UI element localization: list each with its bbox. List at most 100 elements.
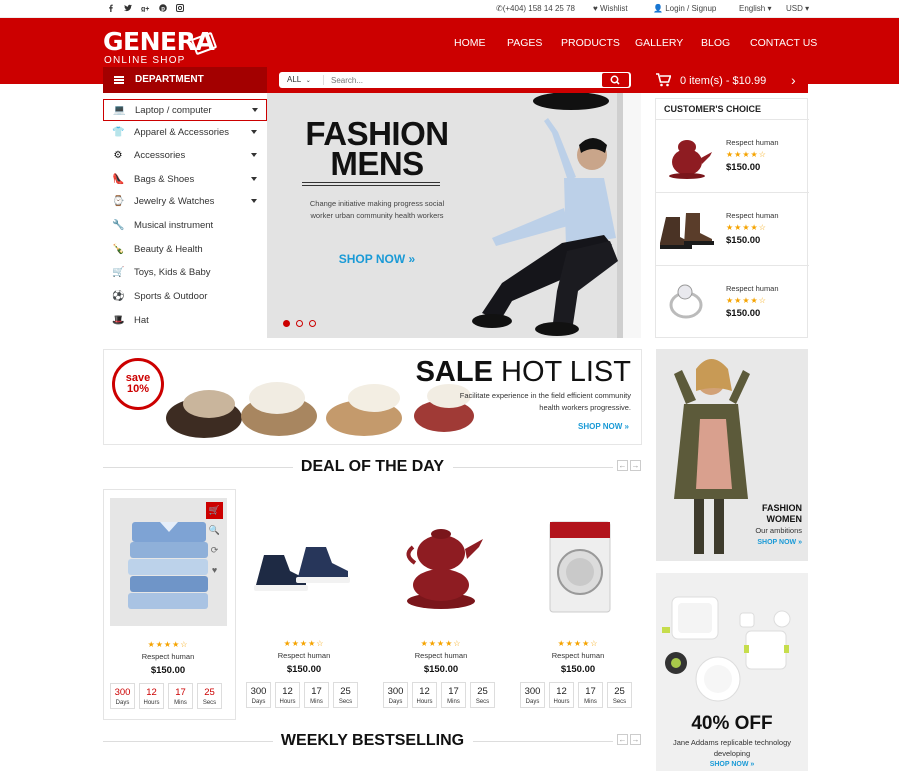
teapot-image <box>406 529 483 609</box>
department-item-sports[interactable]: ⚽ Sports & Outdoor <box>103 286 267 308</box>
promo-banner[interactable]: 40% OFF Jane Addams replicable technolog… <box>656 573 808 771</box>
wishlist-link[interactable]: ♥ Wishlist <box>593 4 628 13</box>
product-name[interactable]: Respect human <box>726 138 779 147</box>
nav-contact-us[interactable]: CONTACT US <box>750 37 817 49</box>
quick-view-button[interactable]: 🔍 <box>206 522 223 539</box>
product-price: $150.00 <box>726 162 761 173</box>
product-name[interactable]: Respect human <box>514 651 642 660</box>
search-box: ALL ⌄ <box>279 72 631 88</box>
department-toggle[interactable]: DEPARTMENT <box>103 67 267 93</box>
countdown-secs: 25 Secs <box>333 682 358 708</box>
pinterest-icon[interactable]: p <box>159 4 167 12</box>
compare-button[interactable]: ⟳ <box>206 542 223 559</box>
weekly-title: WEEKLY BESTSELLING <box>280 732 465 749</box>
department-item-musical[interactable]: 🔧 Musical instrument <box>103 215 267 237</box>
department-item-label: Bags & Shoes <box>134 174 195 185</box>
currency-select[interactable]: USD ▾ <box>786 4 809 13</box>
wishlist-button[interactable]: ♥ <box>206 562 223 579</box>
product-card[interactable]: ★★★★☆ Respect human $150.00 300 Days 12 Ho… <box>377 489 505 719</box>
caret-down-icon <box>252 108 258 112</box>
ball-icon: ⚽ <box>112 291 125 302</box>
search-input[interactable] <box>331 73 591 87</box>
product-image[interactable] <box>246 497 363 625</box>
fashion-women-shop-now-link[interactable]: SHOP NOW » <box>757 539 802 546</box>
countdown-hours: 12 Hours <box>139 683 164 709</box>
prev-arrow-button[interactable]: ← <box>617 734 628 745</box>
department-item-laptop[interactable]: 💻 Laptop / computer <box>103 99 267 121</box>
language-select[interactable]: English ▾ <box>739 4 772 13</box>
product-price: $150.00 <box>150 665 186 676</box>
countdown-secs: 25 Secs <box>607 682 632 708</box>
department-item-label: Apparel & Accessories <box>134 127 230 138</box>
department-item-label: Beauty & Health <box>134 244 203 255</box>
phone-number: ✆(+404) 158 14 25 78 <box>496 4 575 13</box>
product-name[interactable]: Respect human <box>377 651 505 660</box>
promo-shop-now-link[interactable]: SHOP NOW » <box>656 761 808 768</box>
account-links: 👤 Login / Signup <box>653 4 717 13</box>
instagram-icon[interactable] <box>176 4 184 12</box>
nav-blog[interactable]: BLOG <box>701 37 730 49</box>
hero-divider <box>302 182 440 186</box>
hero-shop-now-link[interactable]: SHOP NOW » <box>302 252 452 266</box>
countdown-value: 25 <box>340 686 351 697</box>
fashion-women-line2: WOMEN <box>766 514 803 524</box>
next-arrow-button[interactable]: → <box>630 734 641 745</box>
product-image[interactable] <box>383 497 500 625</box>
department-item-jewelry[interactable]: ⌚ Jewelry & Watches <box>103 191 267 213</box>
countdown-unit: Mins <box>447 699 460 705</box>
login-link[interactable]: Login <box>665 4 685 13</box>
product-price: $150.00 <box>560 664 596 675</box>
cart-summary[interactable]: 0 item(s) - $10.99 › <box>641 67 808 93</box>
product-card[interactable]: ★★★★☆ Respect human $150.00 300 Days 12 Ho… <box>240 489 368 719</box>
stroller-icon: 🛒 <box>112 267 125 278</box>
twitter-icon[interactable] <box>124 4 132 12</box>
list-item[interactable]: Respect human ★★★★☆ $150.00 <box>656 119 809 192</box>
nav-pages[interactable]: PAGES <box>507 37 542 49</box>
countdown-unit: Days <box>388 699 403 705</box>
bottle-icon: 🍾 <box>112 244 125 255</box>
add-to-cart-button[interactable]: 🛒 <box>206 502 223 519</box>
nav-home[interactable]: HOME <box>454 37 486 49</box>
chevron-right-icon: › <box>791 72 796 88</box>
fashion-women-banner[interactable]: FASHION WOMEN Our ambitions SHOP NOW » <box>656 349 808 561</box>
google-plus-icon[interactable]: g+ <box>141 4 150 12</box>
slider-dot[interactable] <box>309 320 316 327</box>
countdown-value: 12 <box>556 686 567 697</box>
product-image[interactable] <box>520 497 637 625</box>
facebook-icon[interactable] <box>107 4 115 12</box>
search-category-select[interactable]: ALL ⌄ <box>287 75 311 84</box>
watch-icon: ⌚ <box>112 196 125 207</box>
department-item-bags-shoes[interactable]: 👠 Bags & Shoes <box>103 169 267 191</box>
slider-dot-active[interactable] <box>283 320 290 327</box>
product-name[interactable]: Respect human <box>104 652 232 661</box>
countdown-days: 300 Days <box>246 682 271 708</box>
department-item-label: Laptop / computer <box>135 105 212 116</box>
product-price: $150.00 <box>286 664 322 675</box>
sale-banner[interactable]: save 10% SALE HOT LIST Facilitate experie… <box>103 349 642 445</box>
deal-title: DEAL OF THE DAY <box>300 458 445 475</box>
product-name[interactable]: Respect human <box>726 211 779 220</box>
menu-icon <box>114 76 124 84</box>
product-name[interactable]: Respect human <box>726 284 779 293</box>
department-item-apparel[interactable]: 👕 Apparel & Accessories <box>103 122 267 144</box>
department-item-toys[interactable]: 🛒 Toys, Kids & Baby <box>103 262 267 284</box>
signup-link[interactable]: Signup <box>691 4 716 13</box>
product-card[interactable]: 🛒 🔍 ⟳ ♥ ★★★★☆ Respect human $150.00 300 D… <box>103 489 236 720</box>
countdown-value: 12 <box>146 687 157 698</box>
department-item-hat[interactable]: 🎩 Hat <box>103 310 267 332</box>
nav-products[interactable]: PRODUCTS <box>561 37 620 49</box>
slider-dot[interactable] <box>296 320 303 327</box>
product-name[interactable]: Respect human <box>240 651 368 660</box>
list-item[interactable]: Respect human ★★★★☆ $150.00 <box>656 265 809 338</box>
search-button[interactable] <box>602 73 629 87</box>
department-item-beauty[interactable]: 🍾 Beauty & Health <box>103 239 267 261</box>
nav-gallery[interactable]: GALLERY <box>635 37 683 49</box>
product-card[interactable]: ★★★★☆ Respect human $150.00 300 Days 12 Ho… <box>514 489 642 719</box>
next-arrow-button[interactable]: → <box>630 460 641 471</box>
countdown-unit: Mins <box>584 699 597 705</box>
sale-shop-now-link[interactable]: SHOP NOW » <box>578 422 629 431</box>
department-item-accessories[interactable]: ⚙ Accessories <box>103 145 267 167</box>
countdown-unit: Mins <box>174 700 187 706</box>
prev-arrow-button[interactable]: ← <box>617 460 628 471</box>
list-item[interactable]: Respect human ★★★★☆ $150.00 <box>656 192 809 265</box>
